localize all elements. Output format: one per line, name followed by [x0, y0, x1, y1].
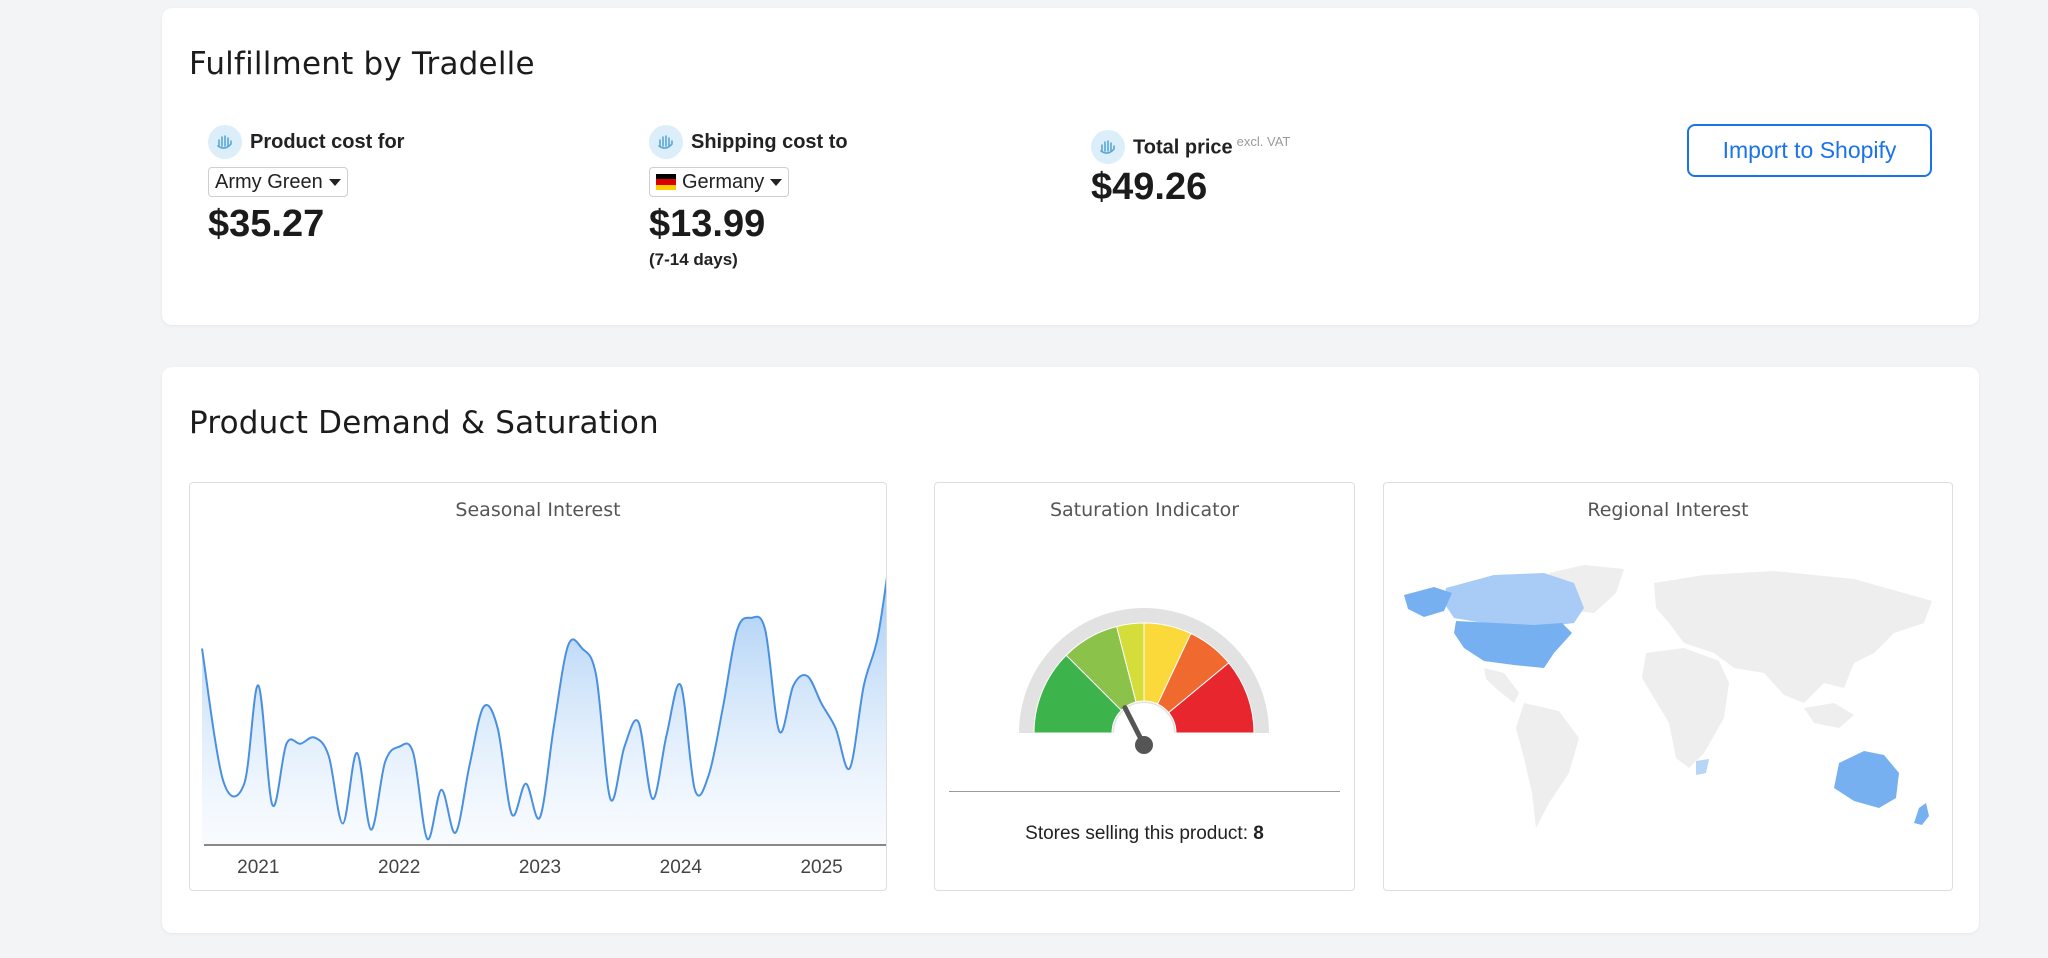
map-alaska	[1404, 587, 1452, 617]
stores-selling-text: Stores selling this product: 8	[935, 823, 1354, 845]
product-cost-section: Product cost for Army Green $35.27	[208, 125, 404, 246]
chevron-down-icon	[770, 178, 783, 186]
product-cost-price: $35.27	[208, 203, 325, 245]
x-tick-label: 2025	[800, 857, 842, 878]
tradelle-hand-icon	[1091, 130, 1125, 164]
divider	[949, 791, 1340, 792]
chevron-down-icon	[328, 178, 341, 186]
x-axis-ticks: 2021 2022 2023 2024 2025	[237, 857, 843, 878]
total-price-section: Total price excl. VAT $49.26	[1091, 130, 1290, 209]
map-south-america	[1516, 703, 1579, 828]
map-canada	[1444, 573, 1584, 628]
shipping-days: (7-14 days)	[649, 250, 738, 269]
country-select[interactable]: Germany	[649, 167, 790, 197]
demand-title: Product Demand & Saturation	[189, 405, 659, 441]
total-price: $49.26	[1091, 166, 1208, 208]
shipping-cost-price: $13.99	[649, 203, 766, 245]
map-australia	[1834, 751, 1899, 808]
regional-interest-panel: Regional Interest	[1383, 482, 1953, 891]
fulfillment-title: Fulfillment by Tradelle	[189, 46, 535, 82]
x-tick-label: 2024	[660, 857, 703, 878]
map-new-zealand	[1914, 803, 1929, 825]
map-southeast-asia	[1804, 703, 1854, 728]
germany-flag-icon	[656, 174, 676, 190]
map-usa	[1454, 621, 1572, 668]
tradelle-hand-icon	[208, 125, 242, 159]
map-central-america	[1484, 668, 1519, 703]
saturation-indicator-panel: Saturation Indicator Stores selling this…	[934, 482, 1355, 891]
world-map	[1404, 565, 1932, 828]
map-south-africa	[1696, 759, 1709, 775]
excl-vat-note: excl. VAT	[1236, 134, 1291, 150]
seasonal-interest-panel: Seasonal Interest 2021 2022 2023 2024 2025	[189, 482, 887, 891]
map-africa	[1642, 648, 1729, 768]
import-to-shopify-button[interactable]: Import to Shopify	[1687, 124, 1932, 177]
x-tick-label: 2022	[378, 857, 420, 878]
variant-value: Army Green	[215, 170, 323, 193]
shipping-cost-label: Shipping cost to	[691, 130, 848, 153]
stores-count: 8	[1253, 823, 1264, 844]
shipping-cost-section: Shipping cost to Germany $13.99 (7-14 da…	[649, 125, 848, 270]
gauge-needle-knob	[1135, 736, 1153, 754]
variant-select[interactable]: Army Green	[208, 167, 348, 197]
demand-card: Product Demand & Saturation Seasonal Int…	[162, 367, 1979, 933]
x-tick-label: 2023	[519, 857, 561, 878]
product-cost-label: Product cost for	[250, 130, 405, 153]
seasonal-interest-chart: 2021 2022 2023 2024 2025	[201, 577, 886, 878]
x-tick-label: 2021	[237, 857, 279, 878]
fulfillment-card: Fulfillment by Tradelle Product cost for…	[162, 8, 1979, 325]
country-value: Germany	[682, 170, 765, 193]
seasonal-area-layer	[201, 577, 886, 845]
stores-label: Stores selling this product:	[1025, 823, 1248, 844]
saturation-gauge	[1019, 608, 1269, 763]
total-price-label: Total price excl. VAT	[1133, 134, 1291, 159]
tradelle-hand-icon	[649, 125, 683, 159]
